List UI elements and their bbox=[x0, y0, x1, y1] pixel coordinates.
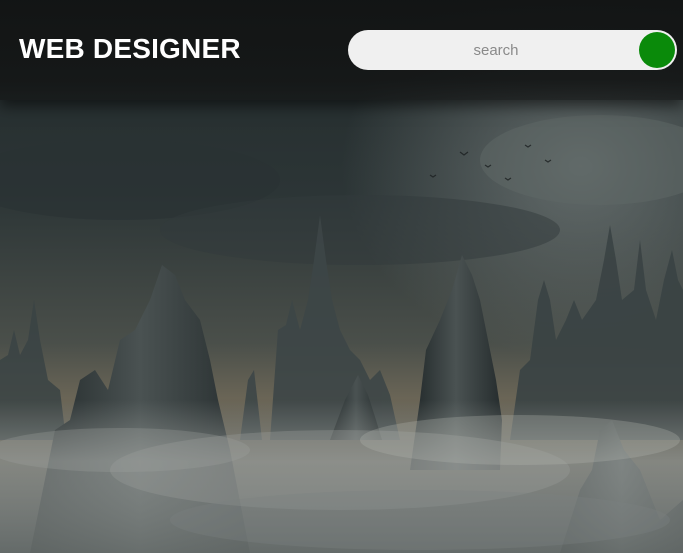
search-bar bbox=[348, 30, 677, 70]
search-submit-button[interactable] bbox=[639, 32, 675, 68]
site-header: WEB DESIGNER bbox=[0, 0, 683, 100]
site-logo-title[interactable]: WEB DESIGNER bbox=[19, 33, 241, 65]
page: WEB DESIGNER bbox=[0, 0, 683, 553]
search-input[interactable] bbox=[362, 30, 630, 70]
